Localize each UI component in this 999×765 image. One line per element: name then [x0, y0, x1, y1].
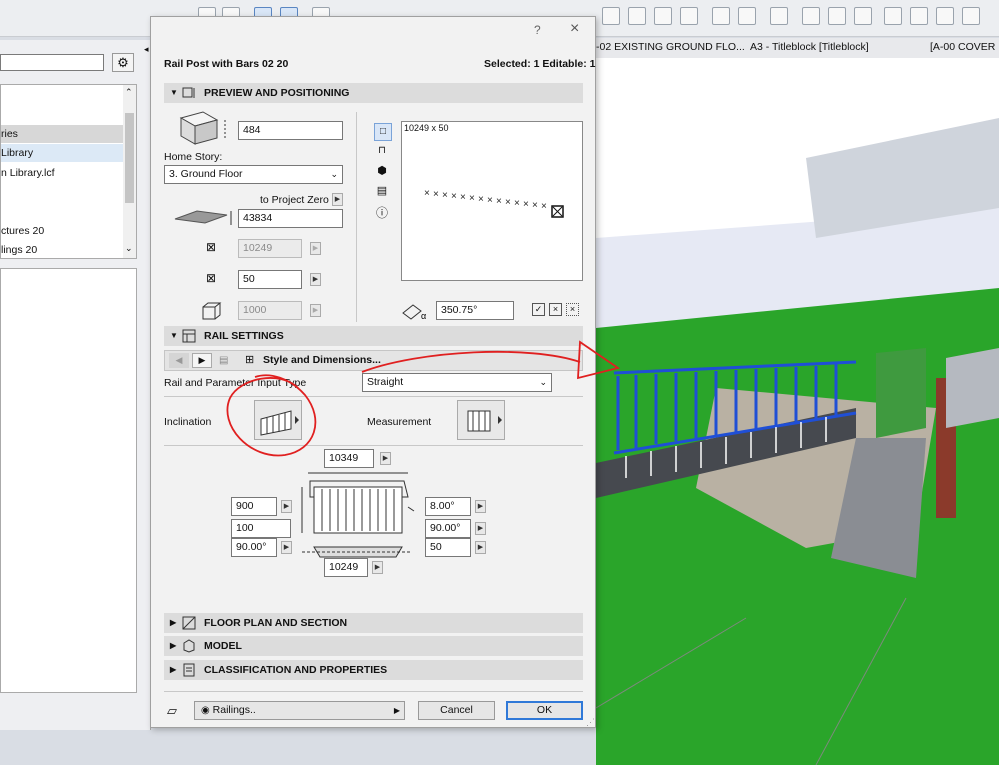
red-annotation — [226, 340, 621, 457]
